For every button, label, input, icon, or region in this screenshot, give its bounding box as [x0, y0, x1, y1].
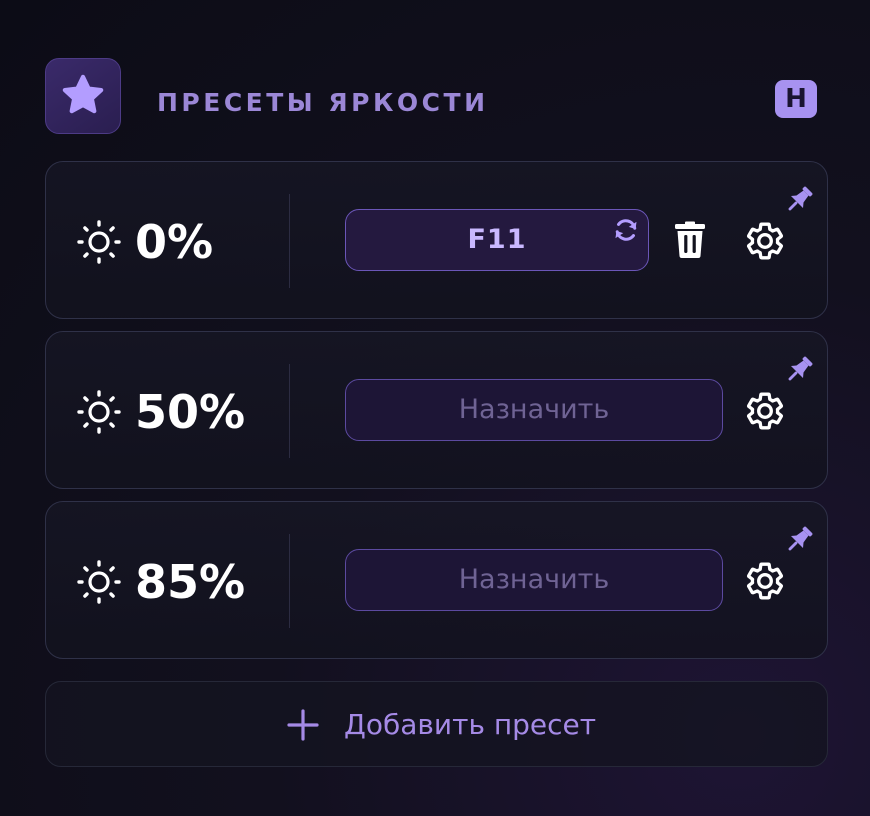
assign-key-button[interactable]: Назначить — [345, 379, 723, 441]
divider — [289, 194, 290, 288]
pin-icon[interactable] — [782, 353, 816, 387]
divider — [289, 364, 290, 458]
trash-icon[interactable] — [672, 221, 708, 259]
brightness-value: 50% — [135, 385, 246, 439]
hotkey-badge-label: H — [785, 84, 807, 114]
star-icon — [62, 74, 104, 114]
preset-card: 0% F11 — [45, 161, 828, 319]
gear-icon[interactable] — [744, 390, 786, 432]
plus-icon — [287, 709, 319, 741]
assign-key-button[interactable]: Назначить — [345, 549, 723, 611]
hotkey-badge[interactable]: H — [775, 80, 817, 118]
assign-key-button[interactable]: F11 — [345, 209, 649, 271]
add-preset-label: Добавить пресет — [344, 708, 597, 741]
pin-icon[interactable] — [782, 523, 816, 557]
preset-card: 85% Назначить — [45, 501, 828, 659]
presets-header: ПРЕСЕТЫ ЯРКОСТИ H — [45, 58, 828, 136]
add-preset-button[interactable]: Добавить пресет — [45, 681, 828, 767]
refresh-icon[interactable] — [612, 216, 640, 244]
key-label: Назначить — [458, 394, 610, 425]
presets-header-icon-tile — [45, 58, 121, 134]
key-label: Назначить — [458, 564, 610, 595]
divider — [289, 534, 290, 628]
key-label: F11 — [467, 224, 527, 255]
page-title: ПРЕСЕТЫ ЯРКОСТИ — [157, 88, 489, 117]
brightness-value: 85% — [135, 555, 246, 609]
brightness-value: 0% — [135, 215, 214, 269]
sun-icon — [77, 560, 121, 604]
gear-icon[interactable] — [744, 220, 786, 262]
gear-icon[interactable] — [744, 560, 786, 602]
pin-icon[interactable] — [782, 183, 816, 217]
sun-icon — [77, 390, 121, 434]
preset-card: 50% Назначить — [45, 331, 828, 489]
sun-icon — [77, 220, 121, 264]
